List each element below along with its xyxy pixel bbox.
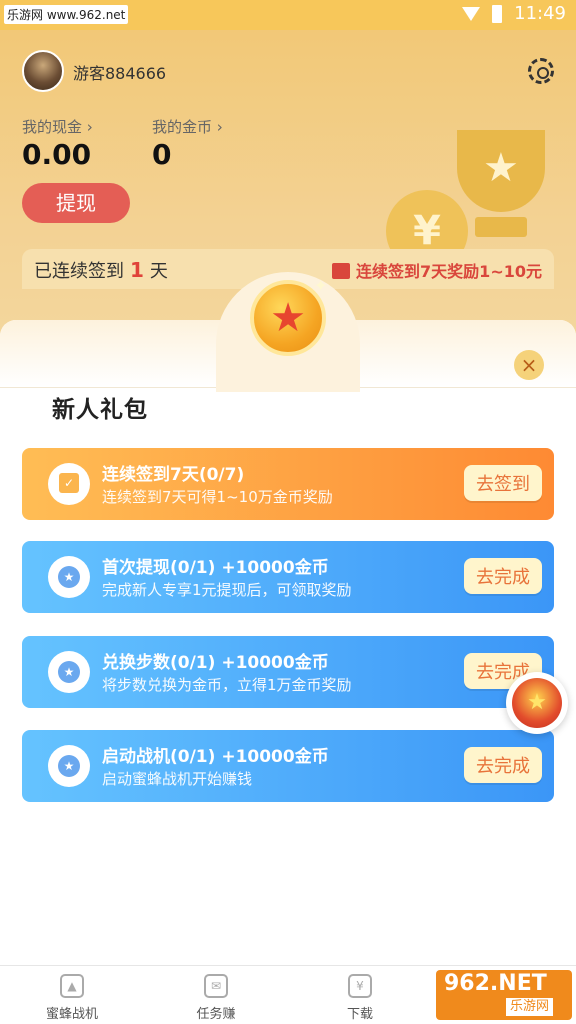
signin-reward[interactable]: 连续签到7天奖励1~10元 bbox=[332, 258, 542, 282]
coin-value: 0 bbox=[152, 138, 172, 171]
newbie-gift-modal: ★ ✦ × 新人礼包 ✓ 连续签到7天(0/7) 连续签到7天可得1~10万金币… bbox=[0, 272, 576, 965]
star-glyph-icon: ★ bbox=[58, 661, 80, 683]
status-time: 11:49 bbox=[514, 3, 566, 24]
task-action-button[interactable]: 去完成 bbox=[464, 558, 542, 594]
floating-reward-badge[interactable]: ★ bbox=[506, 672, 568, 734]
watermark-main: 962.NET bbox=[444, 971, 547, 996]
signin-suffix: 天 bbox=[149, 261, 168, 282]
coin-label[interactable]: 我的金币 › bbox=[152, 116, 223, 137]
task-desc: 将步数兑换为金币，立得1万金币奖励 bbox=[102, 676, 352, 694]
task-card-signin: ✓ 连续签到7天(0/7) 连续签到7天可得1~10万金币奖励 去签到 bbox=[22, 448, 554, 520]
username: 游客884666 bbox=[73, 64, 167, 83]
modal-title: 新人礼包 bbox=[52, 397, 148, 423]
calendar-check-icon: ✓ bbox=[59, 473, 79, 493]
task-title: 连续签到7天(0/7) bbox=[102, 465, 245, 485]
cash-value: 0.00 bbox=[22, 138, 92, 171]
star-glyph-icon: ★ bbox=[58, 755, 80, 777]
site-watermark: 962.NET 乐游网 bbox=[436, 970, 572, 1020]
status-left-text: 乐游网 www.962.net bbox=[4, 5, 129, 24]
nav-label: 下载 bbox=[346, 1007, 373, 1022]
star-glyph-icon: ★ bbox=[58, 566, 80, 588]
wifi-icon bbox=[462, 6, 481, 21]
star-icon: ★ bbox=[48, 556, 90, 598]
bee-fighter-icon: ▲ bbox=[60, 974, 84, 998]
trophy-star-icon: ★ bbox=[483, 145, 519, 191]
signin-reward-text: 连续签到7天奖励1~10元 bbox=[356, 262, 542, 281]
signin-prefix: 已连续签到 bbox=[34, 261, 124, 282]
nav-item-bee-fighter[interactable]: ▲ 蜜蜂战机 bbox=[0, 966, 144, 1024]
close-button[interactable]: × bbox=[514, 350, 544, 380]
nav-label: 蜜蜂战机 bbox=[45, 1007, 98, 1022]
tasks-icon: ✉ bbox=[204, 974, 228, 998]
avatar[interactable] bbox=[22, 50, 64, 92]
task-desc: 启动蜜蜂战机开始赚钱 bbox=[102, 770, 253, 788]
nav-item-tasks[interactable]: ✉ 任务赚 bbox=[144, 966, 288, 1024]
task-desc: 完成新人专享1元提现后，可领取奖励 bbox=[102, 581, 352, 599]
task-title: 首次提现(0/1) +10000金币 bbox=[102, 558, 329, 578]
withdraw-button[interactable]: 提现 bbox=[22, 183, 130, 223]
signin-status: 已连续签到 1 天 bbox=[34, 257, 168, 283]
nav-label: 任务赚 bbox=[196, 1007, 236, 1022]
cash-label[interactable]: 我的现金 › bbox=[22, 116, 93, 137]
sparkle-icon: ✦ bbox=[314, 276, 328, 295]
status-bar: 乐游网 www.962.net 11:49 bbox=[0, 0, 576, 30]
task-action-button[interactable]: 去完成 bbox=[464, 747, 542, 783]
watermark-sub: 乐游网 bbox=[506, 998, 554, 1016]
calendar-icon: ✓ bbox=[48, 463, 90, 505]
task-desc: 连续签到7天可得1~10万金币奖励 bbox=[102, 488, 333, 506]
task-title: 启动战机(0/1) +10000金币 bbox=[102, 747, 329, 767]
gift-icon bbox=[332, 263, 351, 279]
battery-icon bbox=[492, 4, 503, 23]
signin-days: 1 bbox=[130, 258, 144, 282]
task-card-first-withdraw: ★ 首次提现(0/1) +10000金币 完成新人专享1元提现后，可领取奖励 去… bbox=[22, 541, 554, 613]
task-action-button[interactable]: 去签到 bbox=[464, 465, 542, 501]
download-icon: ¥ bbox=[348, 974, 372, 998]
nav-item-download[interactable]: ¥ 下载 bbox=[288, 966, 432, 1024]
task-card-start-fighter: ★ 启动战机(0/1) +10000金币 启动蜜蜂战机开始赚钱 去完成 bbox=[22, 730, 554, 802]
star-icon: ★ bbox=[48, 745, 90, 787]
medal-icon: ★ bbox=[512, 678, 562, 728]
task-title: 兑换步数(0/1) +10000金币 bbox=[102, 653, 329, 673]
task-card-exchange-steps: ★ 兑换步数(0/1) +10000金币 将步数兑换为金币，立得1万金币奖励 去… bbox=[22, 636, 554, 708]
gear-icon[interactable] bbox=[528, 58, 554, 84]
star-icon: ★ bbox=[48, 651, 90, 693]
trophy-base bbox=[475, 217, 527, 237]
status-right: 11:49 bbox=[462, 3, 566, 24]
